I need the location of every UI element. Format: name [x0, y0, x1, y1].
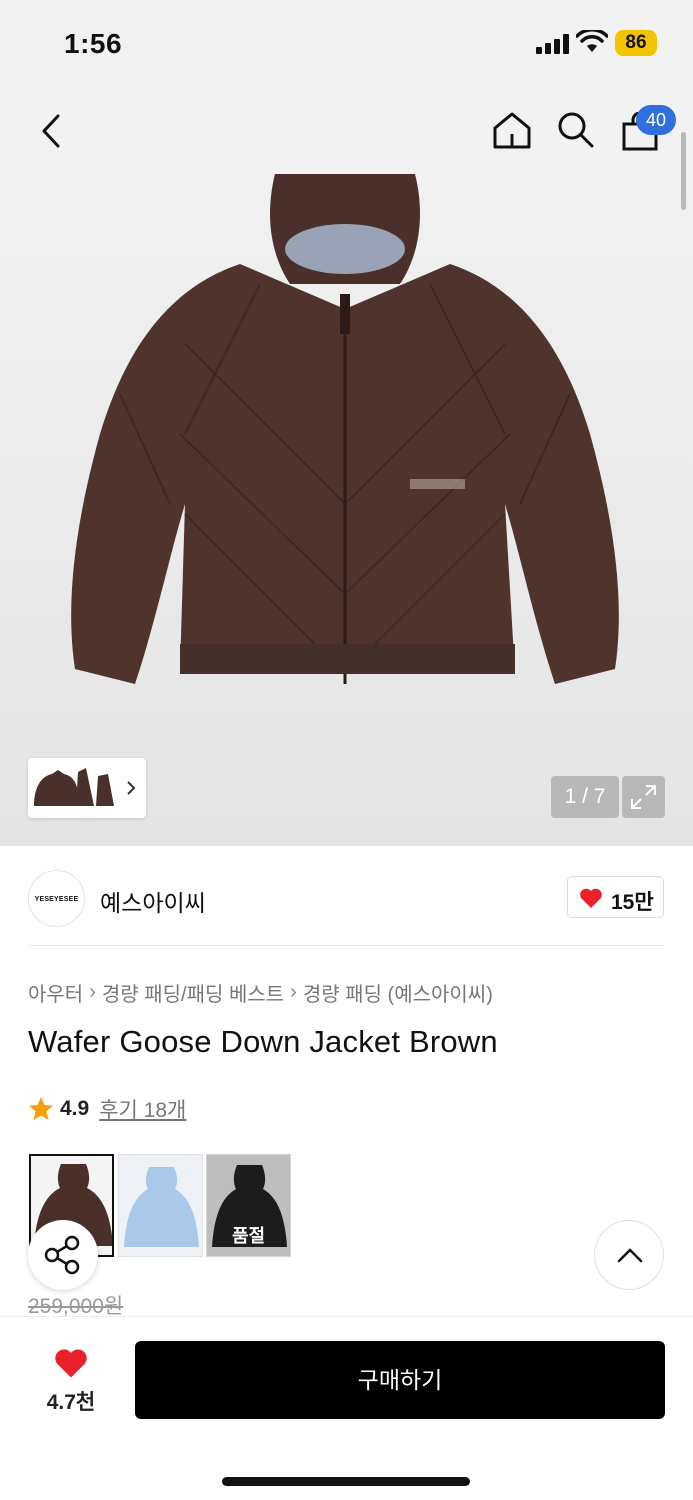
brand-like-button[interactable]: 15만 — [567, 876, 664, 918]
image-counter: 1 / 7 — [551, 776, 619, 818]
wishlist-button[interactable]: 4.7천 — [28, 1345, 114, 1415]
wifi-icon — [576, 30, 608, 52]
brand-logo[interactable]: YESEYESEE — [28, 870, 85, 927]
search-icon[interactable] — [556, 110, 596, 150]
swatch-light-blue[interactable] — [118, 1154, 203, 1257]
heart-icon — [580, 888, 602, 908]
expand-button[interactable] — [622, 776, 665, 818]
product-rating: 4.9 후기 18개 — [28, 1094, 186, 1124]
star-icon — [29, 1097, 53, 1120]
scrollbar[interactable] — [681, 132, 686, 210]
share-button[interactable] — [28, 1220, 98, 1290]
status-time: 1:56 — [64, 28, 123, 59]
chevron-right-icon: › — [89, 981, 96, 1003]
breadcrumb-item[interactable]: 경량 패딩/패딩 베스트 — [102, 978, 284, 1007]
brand-row: YESEYESEE 예스아이씨 15만 — [28, 866, 665, 946]
breadcrumb-item[interactable]: 아우터 — [28, 978, 83, 1007]
wishlist-count: 4.7천 — [46, 1391, 96, 1414]
purchase-bar: 4.7천 구매하기 — [0, 1316, 693, 1500]
chevron-up-icon — [617, 1248, 643, 1263]
chevron-right-icon: › — [290, 981, 297, 1003]
breadcrumb: 아우터 › 경량 패딩/패딩 베스트 › 경량 패딩 (예스아이씨) — [28, 978, 493, 1007]
swatch-black[interactable]: 품절 — [206, 1154, 291, 1257]
expand-icon — [631, 785, 656, 809]
home-icon[interactable] — [492, 110, 532, 150]
swatch-image — [124, 1167, 199, 1247]
top-navigation — [0, 88, 693, 174]
brand-like-count: 15만 — [611, 891, 654, 914]
scroll-to-top-button[interactable] — [594, 1220, 664, 1290]
back-icon[interactable] — [36, 112, 66, 150]
product-image — [71, 174, 619, 684]
product-gallery[interactable]: 1 / 7 — [0, 174, 693, 846]
brand-name[interactable]: 예스아이씨 — [100, 884, 206, 918]
signal-icon — [536, 34, 569, 54]
home-indicator — [222, 1477, 470, 1486]
gallery-thumbnail-strip[interactable] — [28, 758, 146, 818]
share-icon — [44, 1235, 80, 1275]
status-bar: 1:56 86 — [0, 0, 693, 88]
breadcrumb-item[interactable]: 경량 패딩 (예스아이씨) — [303, 978, 493, 1007]
buy-button[interactable]: 구매하기 — [135, 1341, 665, 1419]
product-title: Wafer Goose Down Jacket Brown — [28, 1024, 498, 1059]
chevron-right-icon — [127, 781, 136, 795]
cart-count-badge: 40 — [636, 105, 676, 135]
review-count-link[interactable]: 후기 18개 — [99, 1094, 186, 1124]
heart-icon — [55, 1349, 87, 1378]
battery-indicator: 86 — [615, 30, 657, 56]
rating-value: 4.9 — [60, 1097, 90, 1120]
soldout-badge: 품절 — [231, 1226, 266, 1246]
